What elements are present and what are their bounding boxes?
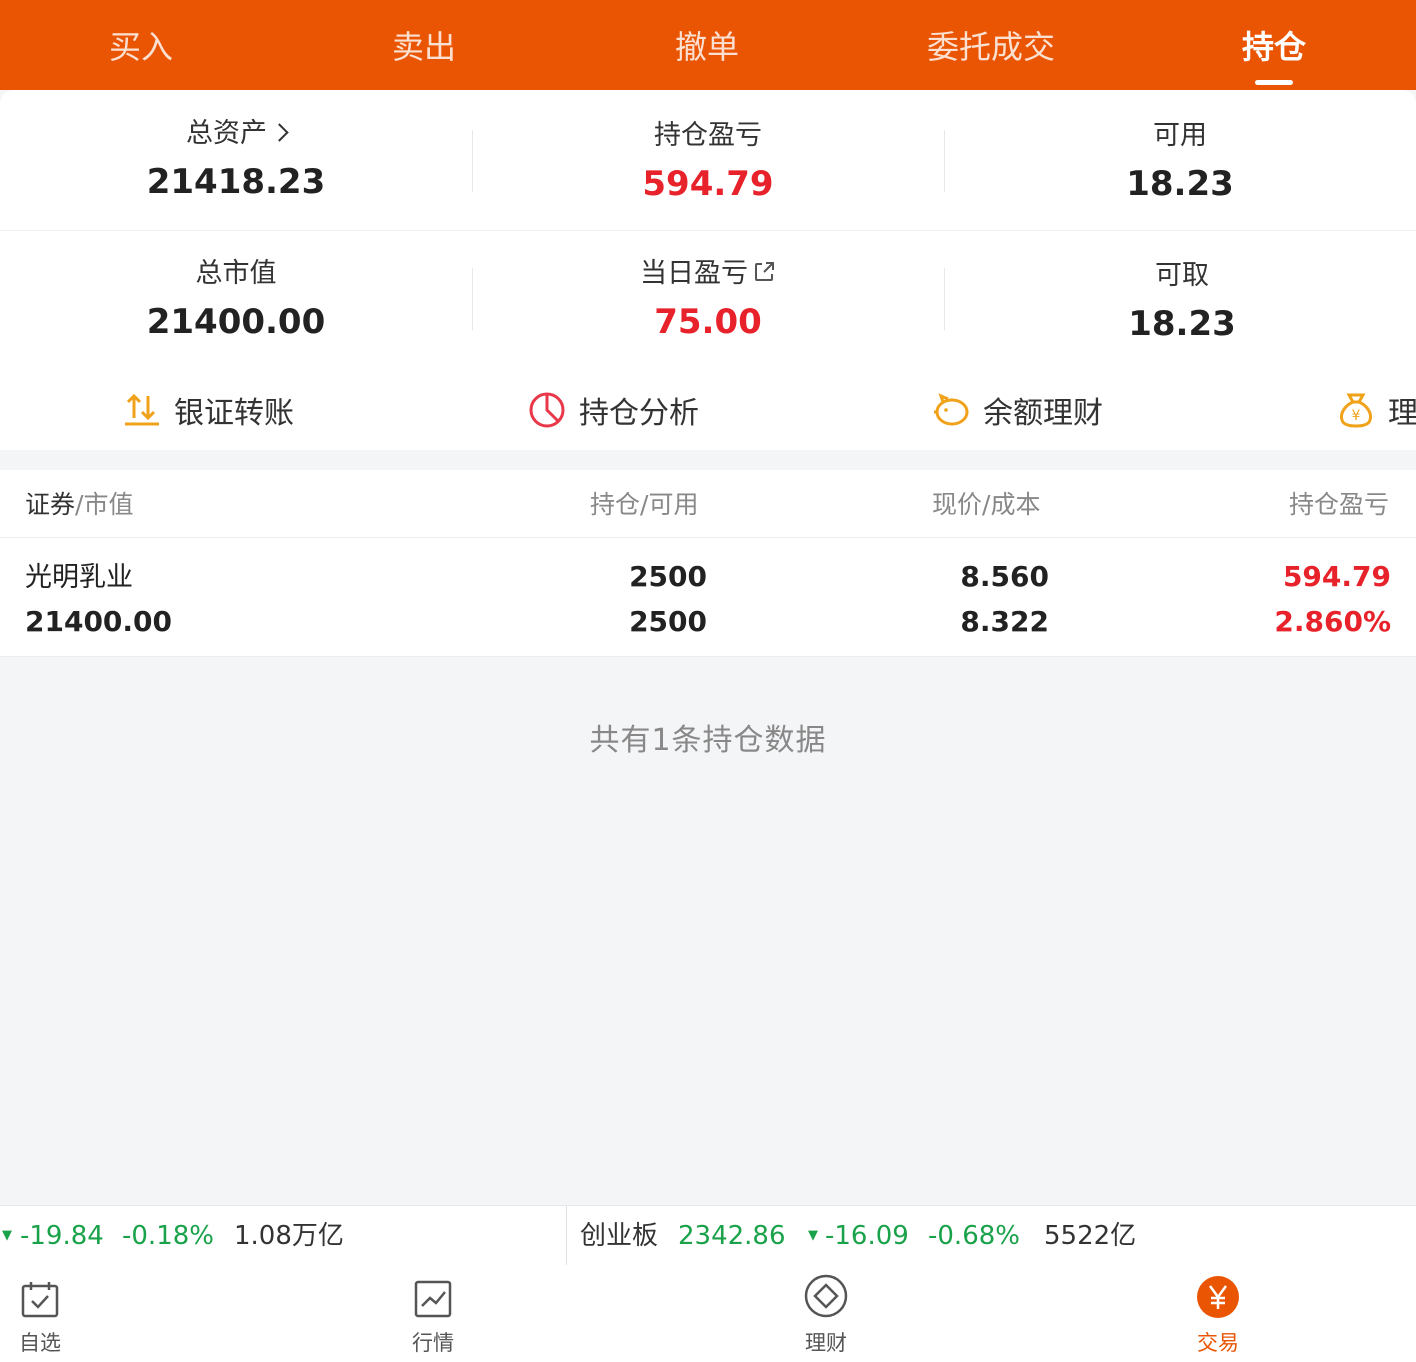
holdings-count-note: 共有1条持仓数据 bbox=[589, 723, 827, 758]
ticker-right-name: 创业板 bbox=[580, 1221, 659, 1251]
tab-buy[interactable]: 买入 bbox=[41, 0, 241, 90]
stock-cost: 8.322 bbox=[960, 605, 1049, 638]
available-label: 可用 bbox=[1153, 120, 1207, 151]
nav-watchlist[interactable]: 自选 bbox=[0, 1265, 100, 1357]
ticker-left-volume: 1.08万亿 bbox=[234, 1221, 344, 1251]
calendar-check-icon bbox=[21, 1282, 59, 1318]
col-pnl-header[interactable]: 持仓盈亏 bbox=[1289, 485, 1389, 525]
nav-market-label: 行情 bbox=[412, 1331, 454, 1355]
ticker-right-change: -16.09 bbox=[825, 1221, 909, 1251]
yen-icon bbox=[1197, 1276, 1239, 1318]
total-assets-label: 总资产 bbox=[186, 118, 267, 149]
daily-pnl-cell[interactable]: 当日盈亏 75.00 bbox=[472, 256, 944, 342]
tab-positions[interactable]: 持仓 bbox=[1174, 0, 1374, 90]
bank-transfer-button[interactable]: 银证转账 bbox=[122, 380, 294, 440]
wealth-label: 理 bbox=[1388, 396, 1416, 431]
stock-pnl-pct: 2.860% bbox=[1274, 605, 1391, 638]
tab-cancel[interactable]: 撤单 bbox=[607, 0, 807, 90]
active-tab-indicator bbox=[1255, 80, 1293, 85]
nav-watchlist-label: 自选 bbox=[19, 1331, 61, 1355]
available-value: 18.23 bbox=[1126, 164, 1234, 204]
col-position-header[interactable]: 持仓/可用 bbox=[590, 485, 698, 525]
total-assets-value: 21418.23 bbox=[146, 162, 326, 202]
bottom-nav: 自选 行情 理财 交易 bbox=[0, 1265, 1416, 1362]
market-value-label: 总市值 bbox=[195, 258, 277, 289]
line-chart-icon bbox=[414, 1280, 452, 1318]
summary-row-divider bbox=[0, 230, 1416, 231]
daily-pnl-value: 75.00 bbox=[654, 302, 762, 342]
ticker-right-pct: -0.68% bbox=[928, 1221, 1020, 1251]
nav-wealth[interactable]: 理财 bbox=[766, 1265, 886, 1357]
tab-orders[interactable]: 委托成交 bbox=[891, 0, 1091, 90]
balance-wealth-label: 余额理财 bbox=[983, 396, 1103, 431]
balance-wealth-button[interactable]: 余额理财 bbox=[931, 380, 1103, 440]
row-divider bbox=[0, 656, 1416, 657]
down-arrow-icon: ▼ bbox=[2, 1228, 12, 1243]
market-value-cell: 总市值 21400.00 bbox=[0, 256, 472, 342]
svg-text:¥: ¥ bbox=[1352, 408, 1361, 424]
withdrawable-value: 18.23 bbox=[1128, 304, 1236, 344]
position-pnl-value: 594.79 bbox=[642, 164, 774, 204]
account-summary: 总资产 21418.23 持仓盈亏 594.79 可用 18.23 总市值 21… bbox=[0, 90, 1416, 450]
nav-market[interactable]: 行情 bbox=[373, 1265, 493, 1357]
position-pnl-cell: 持仓盈亏 594.79 bbox=[472, 118, 944, 204]
piggy-bank-icon bbox=[934, 393, 969, 426]
position-analysis-label: 持仓分析 bbox=[579, 396, 699, 431]
tab-sell[interactable]: 卖出 bbox=[324, 0, 524, 90]
wealth-button[interactable]: ¥ 理 bbox=[1336, 380, 1416, 440]
withdrawable-label: 可取 bbox=[1155, 260, 1209, 291]
ticker-right-index: 2342.86 bbox=[678, 1221, 786, 1251]
top-tab-bar: 买入 卖出 撤单 委托成交 持仓 bbox=[0, 0, 1416, 90]
chevron-right-icon bbox=[270, 123, 289, 142]
withdrawable-cell: 可取 18.23 bbox=[946, 258, 1416, 344]
external-link-icon bbox=[755, 261, 774, 281]
ticker-divider bbox=[566, 1206, 567, 1266]
nav-trade-label: 交易 bbox=[1197, 1331, 1239, 1355]
bank-transfer-label: 银证转账 bbox=[174, 396, 294, 431]
position-analysis-button[interactable]: 持仓分析 bbox=[527, 380, 699, 440]
divider bbox=[944, 268, 945, 330]
total-assets-cell[interactable]: 总资产 21418.23 bbox=[0, 116, 472, 202]
nav-wealth-label: 理财 bbox=[805, 1331, 847, 1355]
diamond-icon bbox=[804, 1274, 848, 1318]
down-arrow-icon: ▼ bbox=[808, 1228, 818, 1243]
daily-pnl-label: 当日盈亏 bbox=[640, 258, 748, 289]
holdings-table: 证券/市值 持仓/可用 现价/成本 持仓盈亏 光明乳业 21400.00 250… bbox=[0, 470, 1416, 657]
position-pnl-label: 持仓盈亏 bbox=[654, 120, 762, 151]
stock-price: 8.560 bbox=[960, 560, 1049, 593]
transfer-icon bbox=[125, 393, 159, 426]
nav-trade[interactable]: 交易 bbox=[1158, 1265, 1278, 1357]
pie-chart-icon bbox=[529, 392, 565, 428]
header-divider bbox=[0, 537, 1416, 538]
market-ticker[interactable]: ▼ -19.84 -0.18% 1.08万亿 创业板 2342.86 ▼ -16… bbox=[0, 1205, 1416, 1267]
col-price-header[interactable]: 现价/成本 bbox=[932, 485, 1040, 525]
ticker-left-change: -19.84 bbox=[20, 1221, 104, 1251]
stock-market-value: 21400.00 bbox=[25, 605, 173, 638]
ticker-right-volume: 5522亿 bbox=[1044, 1221, 1137, 1251]
stock-available: 2500 bbox=[629, 605, 707, 638]
stock-name: 光明乳业 bbox=[25, 562, 133, 593]
market-value-value: 21400.00 bbox=[146, 302, 326, 342]
stock-position: 2500 bbox=[629, 560, 707, 593]
stock-pnl: 594.79 bbox=[1282, 560, 1391, 593]
money-bag-icon: ¥ bbox=[1340, 393, 1372, 428]
col-security-header[interactable]: 证券/市值 bbox=[25, 485, 133, 525]
available-cell: 可用 18.23 bbox=[944, 118, 1416, 204]
ticker-left-pct: -0.18% bbox=[122, 1221, 214, 1251]
